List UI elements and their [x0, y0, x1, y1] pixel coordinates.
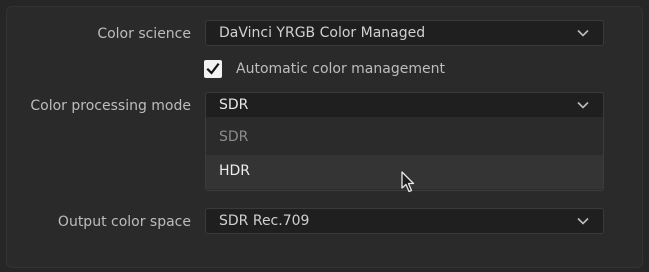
- output-color-space-value: SDR Rec.709: [219, 213, 310, 229]
- color-science-label: Color science: [97, 26, 191, 42]
- color-science-value: DaVinci YRGB Color Managed: [219, 25, 426, 41]
- checkmark-icon: [206, 62, 220, 75]
- chevron-down-icon: [577, 101, 589, 109]
- dropdown-option-label: HDR: [219, 163, 251, 179]
- color-processing-mode-select[interactable]: SDR: [205, 92, 604, 118]
- output-color-space-label: Output color space: [57, 214, 191, 230]
- automatic-color-management-checkbox[interactable]: [204, 60, 222, 78]
- dropdown-option-sdr[interactable]: SDR: [206, 121, 603, 155]
- color-science-select[interactable]: DaVinci YRGB Color Managed: [205, 20, 604, 46]
- automatic-color-management-label: Automatic color management: [236, 61, 445, 77]
- color-processing-mode-value: SDR: [219, 97, 249, 113]
- chevron-down-icon: [577, 29, 589, 37]
- output-color-space-select[interactable]: SDR Rec.709: [205, 208, 604, 234]
- dropdown-option-label: SDR: [219, 129, 249, 145]
- mouse-pointer-icon: [401, 171, 415, 193]
- chevron-down-icon: [577, 217, 589, 225]
- color-processing-mode-label: Color processing mode: [30, 98, 191, 114]
